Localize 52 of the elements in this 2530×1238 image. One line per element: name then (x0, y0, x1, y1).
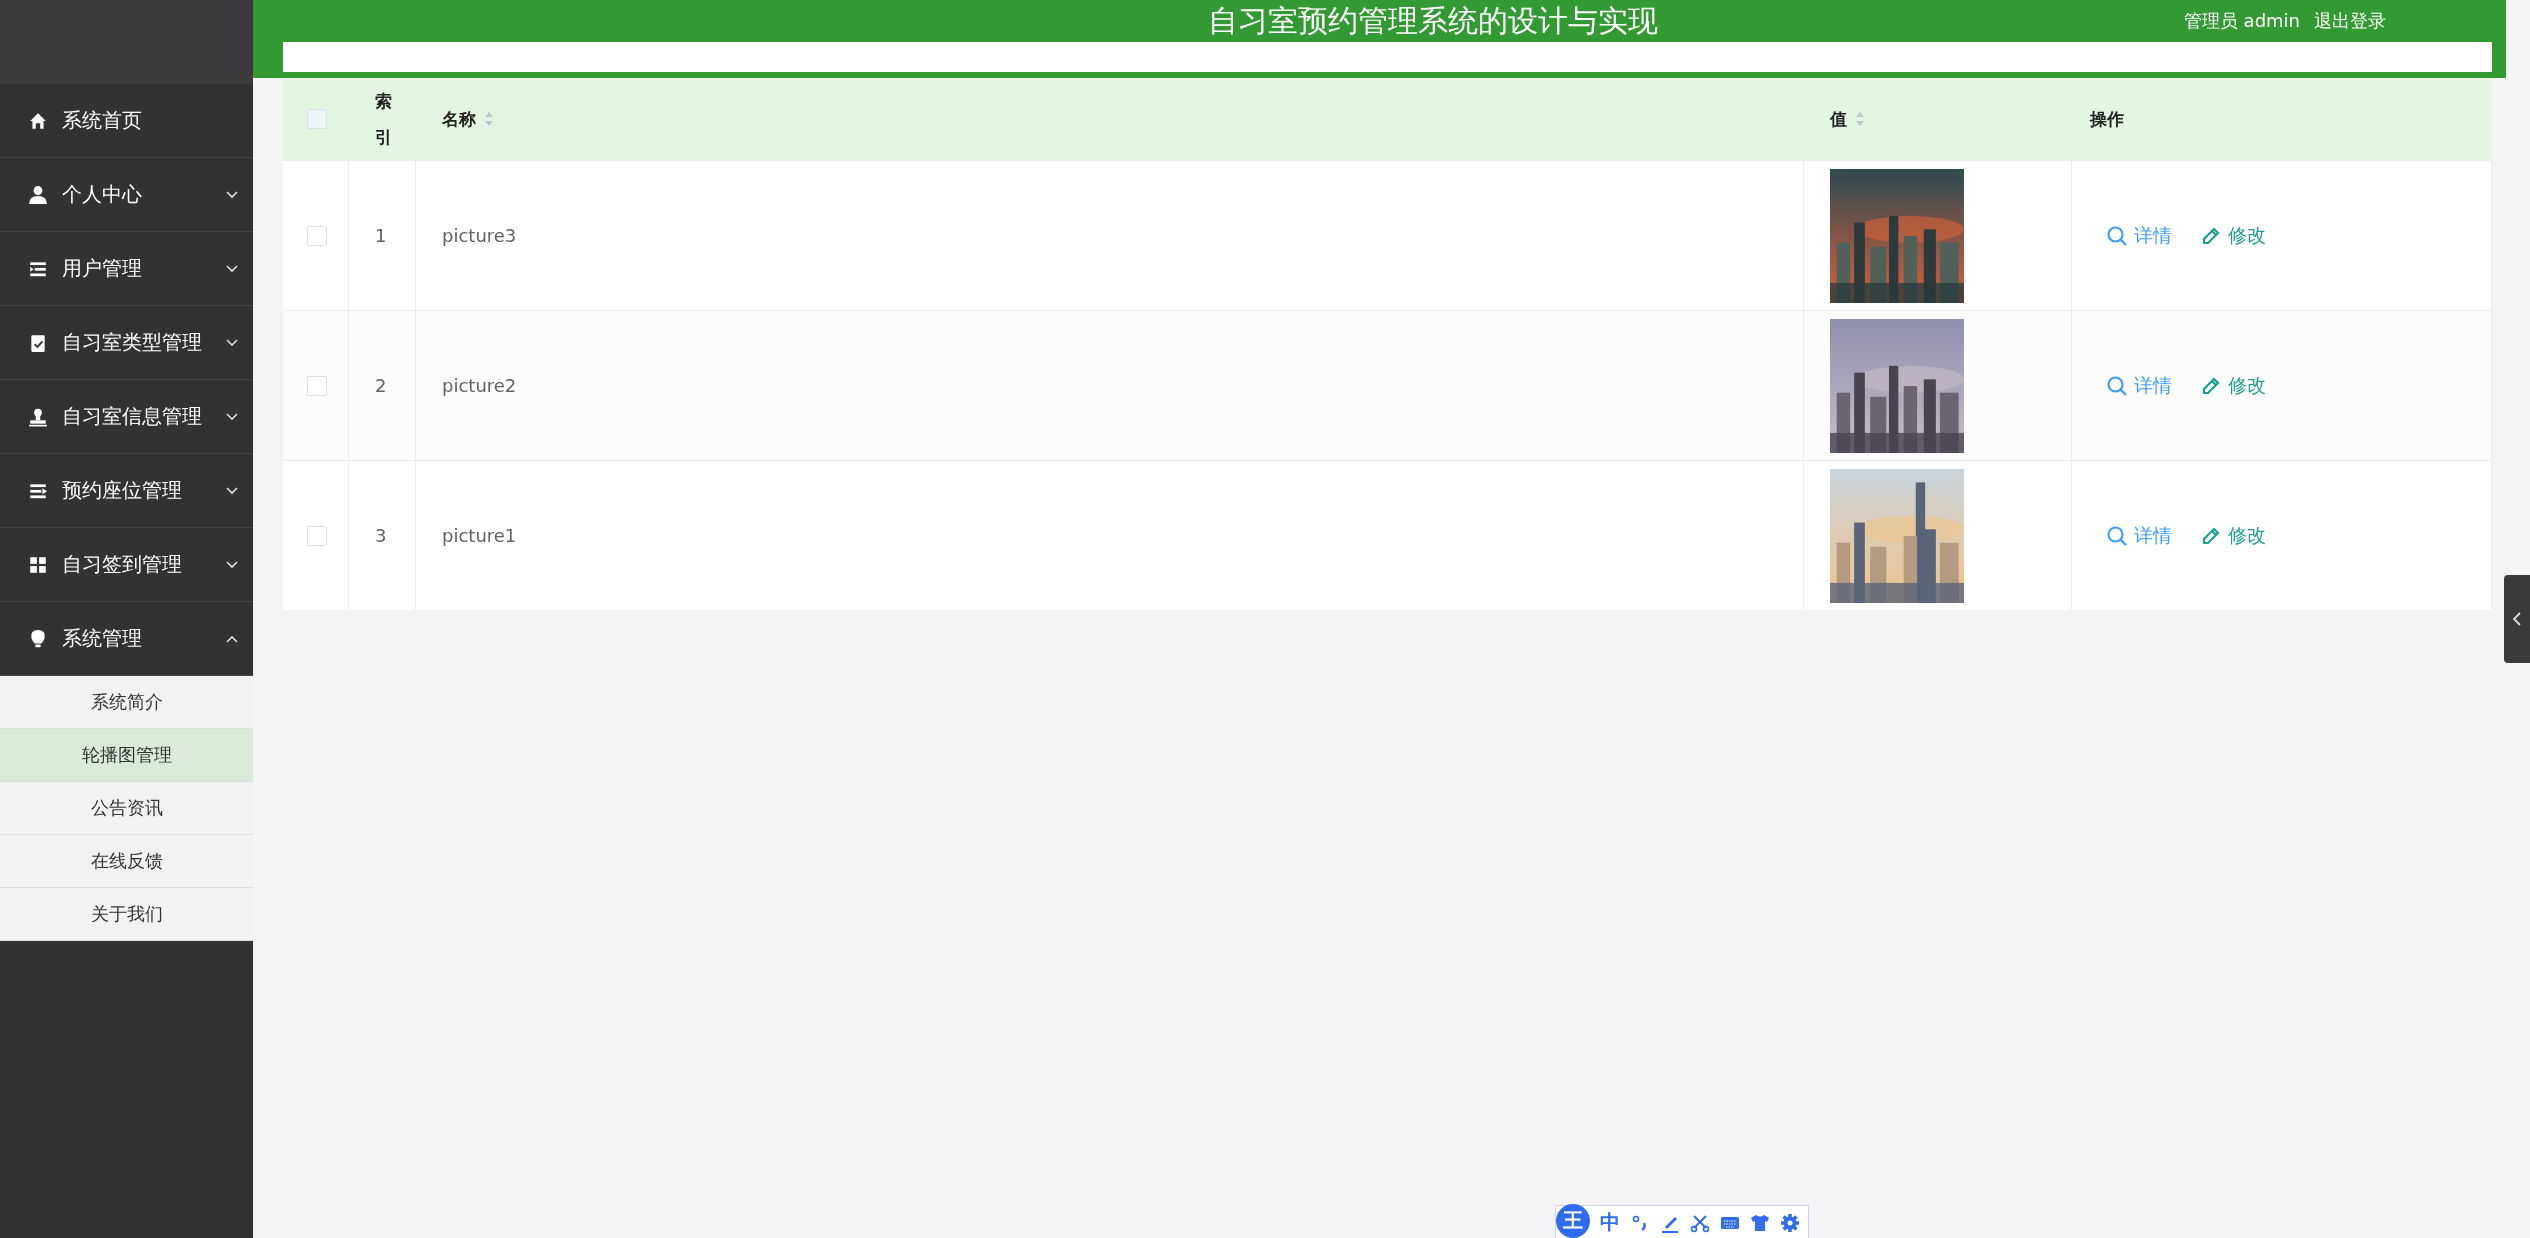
column-header: 索引 (375, 90, 393, 149)
submenu-item[interactable]: 公告资讯 (0, 782, 253, 835)
settings-icon[interactable] (1780, 1212, 1800, 1233)
menu-item[interactable]: 自习室信息管理 (0, 380, 253, 454)
ime-mode[interactable]: 中 (1600, 1209, 1620, 1236)
index-cell: 1 (375, 225, 387, 246)
submenu-item[interactable]: 系统简介 (0, 676, 253, 729)
caret-icon (225, 633, 239, 644)
search-icon (2106, 524, 2128, 547)
caret-icon (225, 559, 239, 570)
scissors-icon[interactable] (1690, 1212, 1710, 1233)
collapse-handle[interactable] (2504, 575, 2530, 663)
caret-icon (225, 411, 239, 422)
caret-icon (225, 337, 239, 348)
menu-item[interactable]: 系统首页 (0, 84, 253, 158)
menu-item[interactable]: 自习签到管理 (0, 528, 253, 602)
sort-icon[interactable] (1855, 111, 1865, 127)
name-cell: picture3 (442, 225, 517, 246)
caret-icon (225, 485, 239, 496)
menu-item[interactable]: 个人中心 (0, 158, 253, 232)
ime-logo[interactable]: 王 (1556, 1203, 1590, 1238)
menu-item[interactable]: 用户管理 (0, 232, 253, 306)
search-icon (2106, 224, 2128, 247)
menu-item[interactable]: 自习室类型管理 (0, 306, 253, 380)
submenu-item[interactable]: 在线反馈 (0, 835, 253, 888)
person-icon (28, 406, 48, 427)
bulb-icon (28, 628, 48, 649)
logout-link[interactable]: 退出登录 (2314, 9, 2386, 33)
name-cell: picture1 (442, 525, 517, 546)
sort-icon[interactable] (484, 111, 494, 127)
caret-icon (225, 189, 239, 200)
submenu-item[interactable]: 关于我们 (0, 888, 253, 941)
row-checkbox[interactable] (307, 525, 327, 546)
column-header: 名称 (442, 107, 476, 131)
select-all-checkbox[interactable] (307, 109, 327, 129)
index-cell: 2 (375, 375, 387, 396)
row-checkbox[interactable] (307, 225, 327, 246)
menu-item[interactable]: 预约座位管理 (0, 454, 253, 528)
column-header: 操作 (2090, 107, 2124, 131)
grid-icon (28, 554, 48, 575)
submenu-item[interactable]: 轮播图管理 (0, 729, 253, 782)
caret-icon (225, 263, 239, 274)
clipboard-icon (28, 332, 48, 353)
name-cell: picture2 (442, 375, 517, 396)
shirt-icon[interactable] (1750, 1212, 1770, 1233)
search-icon (2106, 374, 2128, 397)
column-header: 值 (1830, 107, 1847, 131)
row-checkbox[interactable] (307, 375, 327, 396)
user-name: 管理员 admin (2183, 9, 2300, 33)
index-cell: 3 (375, 525, 387, 546)
system-title: 自习室预约管理系统的设计与实现 (1207, 1, 1660, 40)
user-icon (28, 184, 48, 205)
